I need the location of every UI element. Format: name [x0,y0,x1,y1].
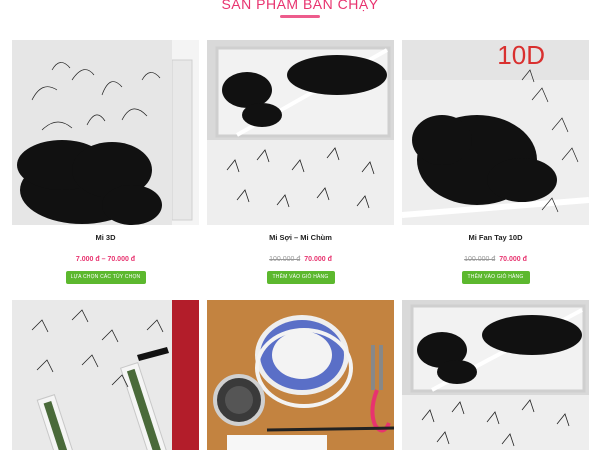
add-to-cart-button[interactable]: Thêm vào giỏ hàng [461,271,530,284]
product-name[interactable]: Mi Sợi – Mi Chùm [207,233,394,243]
select-options-button[interactable]: Lựa chọn các tùy chọn [65,271,146,284]
product-image[interactable] [12,300,199,450]
title-underline [280,15,320,18]
lash-tray-image [12,40,199,225]
product-price: 100.000 đ 70.000 đ [207,256,394,266]
product-card[interactable] [402,300,589,450]
lash-tray-image [402,40,589,225]
product-image[interactable] [207,40,394,225]
lash-strip-image [12,300,199,450]
product-image[interactable] [12,40,199,225]
product-price: 100.000 đ 70.000 đ [402,256,589,266]
product-name[interactable]: Mi 3D [12,233,199,243]
lash-tray-image [207,40,394,225]
product-card[interactable] [12,300,199,450]
current-price: 70.000 đ [499,256,527,263]
lash-tray-image [402,300,589,450]
product-image[interactable]: 10D [402,40,589,225]
product-image[interactable] [402,300,589,450]
product-badge: 10D [497,40,545,70]
product-card[interactable] [207,300,394,450]
product-card[interactable]: 10D Mi Fan Tay 10D 100.000 đ 70.000 đ Thê… [402,40,589,284]
section-title: SẢN PHẨM BÁN CHẠY [221,0,379,12]
product-card[interactable]: Mi Sợi – Mi Chùm 100.000 đ 70.000 đ Thêm … [207,40,394,284]
old-price: 100.000 đ [269,256,301,263]
product-price: 7.000 đ – 70.000 đ [12,256,199,266]
tools-image [207,300,394,450]
current-price: 7.000 đ – 70.000 đ [75,256,136,263]
product-card[interactable]: Mi 3D 7.000 đ – 70.000 đ Lựa chọn các tù… [12,40,199,284]
old-price: 100.000 đ [464,256,496,263]
product-image[interactable] [207,300,394,450]
add-to-cart-button[interactable]: Thêm vào giỏ hàng [266,271,335,284]
product-name[interactable]: Mi Fan Tay 10D [402,233,589,243]
current-price: 70.000 đ [304,256,332,263]
